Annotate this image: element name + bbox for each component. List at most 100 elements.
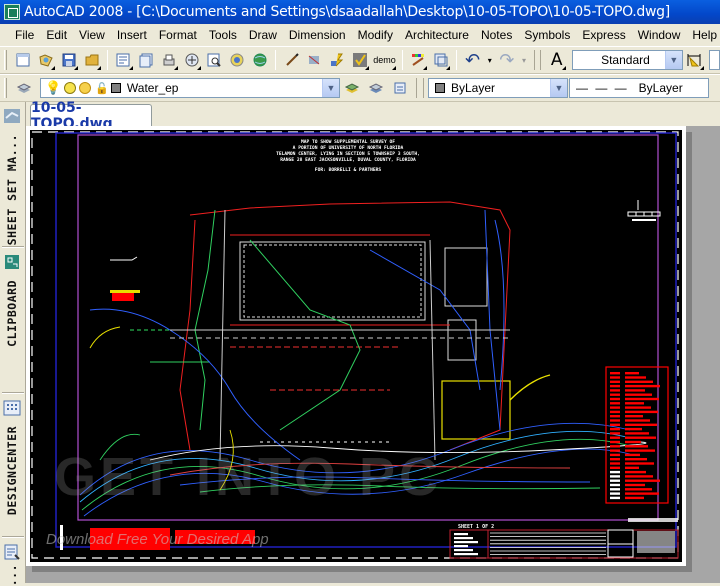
toolbar-grip[interactable] [416,78,424,98]
brush-icon[interactable] [282,50,301,70]
layer-manager-icon[interactable] [14,78,34,98]
plot-icon[interactable] [114,50,133,70]
menu-symbols[interactable]: Symbols [518,28,576,42]
palette-tab-label: CLIPBOARD [5,280,19,347]
linetype-select[interactable]: — — — ByLayer [569,78,709,98]
legend-text [625,436,656,439]
legend-text [625,432,649,435]
palette-tab-clipboard[interactable]: CLIPBOARD [0,250,24,347]
toolbar-grip[interactable] [4,78,7,98]
chevron-down-icon[interactable]: ▼ [664,51,682,69]
page-setup-icon[interactable] [137,50,156,70]
palette-tab-designcenter[interactable]: DESIGNCENTER [0,396,24,515]
legend-symbol [610,470,620,474]
plot-preview-icon[interactable] [205,50,224,70]
color-palette-icon[interactable] [409,50,428,70]
menu-insert[interactable]: Insert [111,28,153,42]
legend-symbol [610,393,620,396]
viewport-freeze-icon[interactable] [79,82,92,94]
title-block-text [454,545,468,548]
title-block-text [454,541,478,544]
document-tab[interactable]: 10-05-TOPO.dwg [30,100,152,132]
properties-icon [4,544,20,560]
folder-icon[interactable] [82,50,101,70]
drawing-viewport[interactable]: MAP TO SHOW SUPPLEMENTAL SURVEY OF A POR… [26,126,720,583]
freeze-sun-icon[interactable] [64,82,77,94]
menu-file[interactable]: File [9,28,40,42]
legend-text [625,466,639,469]
scale-bar [627,200,661,221]
chevron-down-icon[interactable]: ▼ [322,79,339,97]
chevron-down-icon[interactable]: ▼ [550,79,567,97]
open-icon[interactable] [37,50,56,70]
menu-format[interactable]: Format [153,28,203,42]
watermark-tagline: Download Free Your Desired App [46,531,269,548]
layer-select[interactable]: 💡 🔓 Water_ep ▼ [40,78,340,98]
legend-symbol [610,402,620,405]
menu-dimension[interactable]: Dimension [283,28,352,42]
menu-window[interactable]: Window [632,28,687,42]
menu-modify[interactable]: Modify [352,28,399,42]
menu-view[interactable]: View [73,28,111,42]
qnew-icon[interactable] [14,50,33,70]
3d-dwf-icon[interactable] [228,50,247,70]
standard-toolbar: demo ↶ ▾ ↷ ▾ A Standard ▼ [0,46,720,74]
publish-icon[interactable] [159,50,179,70]
menu-draw[interactable]: Draw [243,28,283,42]
legend-symbol [610,475,620,478]
autocad-app-icon[interactable] [4,4,20,20]
undo-dropdown-icon[interactable]: ▾ [486,50,494,70]
color-value: ByLayer [451,81,496,95]
title-block-text [454,537,473,540]
dimension-style-icon[interactable] [685,50,704,70]
etransmit-icon[interactable] [182,50,201,70]
site-plan [89,201,551,461]
toolbar-grip[interactable] [533,50,542,70]
palette-tab-more[interactable]: ... [0,540,24,586]
legend-symbol [610,389,620,392]
dimension-style-select[interactable] [708,50,720,70]
legend-text [625,419,650,422]
sheet-label: SHEET 1 OF 2 [458,524,494,530]
legend-text [625,402,644,405]
layer-states-icon[interactable] [390,78,410,98]
legend-text [625,410,658,414]
text-style-select[interactable]: Standard ▼ [572,50,683,70]
layer-previous-icon[interactable] [366,78,386,98]
select-window-icon[interactable] [431,50,451,70]
block-editor-icon[interactable] [328,50,347,70]
legend-text [625,453,640,457]
redo-icon[interactable]: ↷ [497,50,516,70]
palette-tab-sheet-set[interactable]: SHEET SET MA... [0,104,24,245]
lightbulb-icon[interactable]: 💡 [45,80,61,96]
title-block-text [454,553,478,556]
menu-edit[interactable]: Edit [40,28,73,42]
cleanup-icon[interactable] [350,50,370,70]
menu-express[interactable]: Express [576,28,631,42]
sheet-set-icon [4,109,20,123]
layer-color-swatch [110,83,121,93]
title-line-1: MAP TO SHOW SUPPLEMENTAL SURVEY OF [301,139,395,145]
legend-symbol [610,415,620,418]
redo-dropdown-icon[interactable]: ▾ [520,50,528,70]
demo-button[interactable]: demo [373,50,396,70]
legend-symbol [610,397,620,401]
color-select[interactable]: ByLayer ▼ [428,78,568,98]
legend-text [625,492,659,495]
web-icon[interactable] [250,50,269,70]
menu-tools[interactable]: Tools [203,28,243,42]
make-current-layer-icon[interactable] [342,78,362,98]
menu-notes[interactable]: Notes [475,28,518,42]
clipboard-icon [5,255,19,269]
title-block-rows [454,532,606,556]
undo-icon[interactable]: ↶ [463,50,482,70]
text-style-icon[interactable]: A [547,50,567,70]
match-properties-icon[interactable] [305,50,324,70]
legend-text [625,406,651,409]
menu-help[interactable]: Help [686,28,720,42]
toolbar-grip[interactable] [4,50,7,70]
designcenter-icon [3,400,21,416]
save-icon[interactable] [59,50,79,70]
unlock-icon[interactable]: 🔓 [95,82,109,95]
menu-architecture[interactable]: Architecture [399,28,475,42]
